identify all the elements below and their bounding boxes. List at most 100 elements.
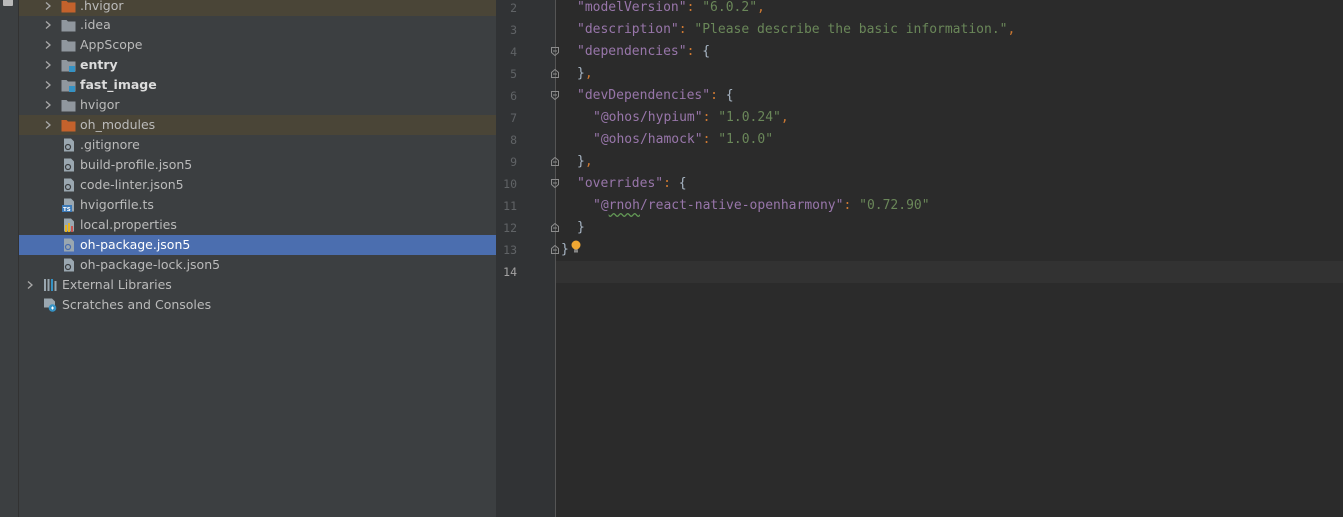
tree-item-oh-package-lock[interactable]: oh-package-lock.json5 [19,255,496,275]
chevron-right-icon[interactable] [43,35,53,55]
svg-text:TS: TS [63,207,71,212]
tree-item-idea[interactable]: .idea [19,15,496,35]
code-line: }, [577,63,593,85]
tree-item-hvigor[interactable]: hvigor [19,95,496,115]
code-editor[interactable]: 2 3 4 5 6 7 8 9 10 11 12 13 14 "modelVer… [496,0,1343,517]
json-key: "dependencies" [577,44,687,59]
tree-item-label: External Libraries [62,277,172,292]
tree-item-local-properties[interactable]: local.properties [19,215,496,235]
line-number: 9 [510,155,517,169]
tree-item-gitignore[interactable]: .gitignore [19,135,496,155]
project-tool-icon[interactable] [3,0,13,6]
line-number: 10 [503,177,517,191]
brace: } [561,242,569,257]
json-key-typo: rnoh [608,198,640,213]
comma: , [584,66,593,81]
tree-item-oh-modules[interactable]: oh_modules [19,115,496,135]
tree-item-entry[interactable]: entry [19,55,496,75]
folder-icon [61,40,76,52]
code-line: "overrides": { [577,173,687,195]
brace: { [678,176,687,191]
lightbulb-icon[interactable] [570,240,582,254]
chevron-right-icon[interactable] [43,55,53,75]
tree-item-label: entry [80,57,118,72]
colon: : [710,88,726,103]
fold-close-icon[interactable] [551,69,559,78]
fold-close-icon[interactable] [551,157,559,166]
tree-item-label: .idea [80,17,111,32]
tree-item-label: oh_modules [80,117,156,132]
tree-item-fast-image[interactable]: fast_image [19,75,496,95]
line-number: 4 [510,45,517,59]
comma: , [584,154,593,169]
tree-item-label: AppScope [80,37,143,52]
colon: : [686,0,703,15]
colon: : [843,198,860,213]
project-tree: .hvigor .idea AppScope entry fast_image … [19,0,496,517]
code-line: "dependencies": { [577,41,710,63]
tree-item-label: oh-package-lock.json5 [80,257,221,272]
code-line: } [577,217,585,239]
json-key-suffix: /react-native-openharmony" [639,198,844,213]
tree-item-label: code-linter.json5 [80,177,184,192]
json-key: "@ohos/hypium" [593,110,703,125]
code-line: }, [577,151,593,173]
tree-item-label: hvigor [80,97,120,112]
json-key-prefix: "@ [593,198,609,213]
json-string: "1.0.0" [718,132,774,147]
chevron-right-icon[interactable] [43,0,53,16]
typescript-file-icon: TS [62,198,74,212]
properties-file-icon [64,218,74,232]
json-key: "description" [577,22,679,37]
comma: , [1007,22,1016,37]
colon: : [678,22,695,37]
tree-item-label: hvigorfile.ts [80,197,154,212]
colon: : [702,110,719,125]
json5-file-icon [64,238,74,252]
folder-icon [61,20,76,32]
tree-item-label: build-profile.json5 [80,157,193,172]
tree-item-external-libraries[interactable]: External Libraries [19,275,496,295]
json5-file-icon [64,258,74,272]
tool-window-strip [0,0,19,517]
tree-item-hvigor-dot[interactable]: .hvigor [19,0,496,16]
code-line: "@ohos/hypium": "1.0.24", [593,107,789,129]
json-string: "Please describe the basic information." [694,22,1008,37]
line-number: 3 [510,23,517,37]
comma: , [757,0,765,15]
tree-item-build-profile[interactable]: build-profile.json5 [19,155,496,175]
tree-item-hvigorfile[interactable]: TS hvigorfile.ts [19,195,496,215]
json-key: "devDependencies" [577,88,711,103]
tree-item-label: .gitignore [80,137,140,152]
tree-item-scratches[interactable]: Scratches and Consoles [19,295,496,315]
code-line: } [561,239,569,261]
chevron-right-icon[interactable] [43,15,53,35]
chevron-right-icon[interactable] [43,75,53,95]
fold-open-icon[interactable] [551,179,559,188]
brace: } [577,154,585,169]
fold-open-icon[interactable] [551,91,559,100]
fold-open-icon[interactable] [551,47,559,56]
tree-item-appscope[interactable]: AppScope [19,35,496,55]
current-line-highlight [556,261,1343,283]
json-string: "1.0.24" [718,110,781,125]
chevron-right-icon[interactable] [25,275,35,295]
tree-item-oh-package[interactable]: oh-package.json5 [19,235,496,255]
tree-item-code-linter[interactable]: code-linter.json5 [19,175,496,195]
code-line: "@rnoh/react-native-openharmony": "0.72.… [593,195,930,217]
scratches-icon [44,298,57,312]
code-line: "@ohos/hamock": "1.0.0" [593,129,773,151]
chevron-right-icon[interactable] [43,95,53,115]
tree-item-label: fast_image [80,77,157,92]
fold-close-icon[interactable] [551,223,559,232]
colon: : [663,176,679,191]
json-key: "overrides" [577,176,664,191]
line-number: 7 [510,111,517,125]
tree-item-label: .hvigor [80,0,124,13]
json5-file-icon [64,178,74,192]
chevron-right-icon[interactable] [43,115,53,135]
fold-close-icon[interactable] [551,245,559,254]
tree-item-label: oh-package.json5 [80,237,191,252]
line-number: 11 [503,199,517,213]
json-key: "@ohos/hamock" [593,132,703,147]
